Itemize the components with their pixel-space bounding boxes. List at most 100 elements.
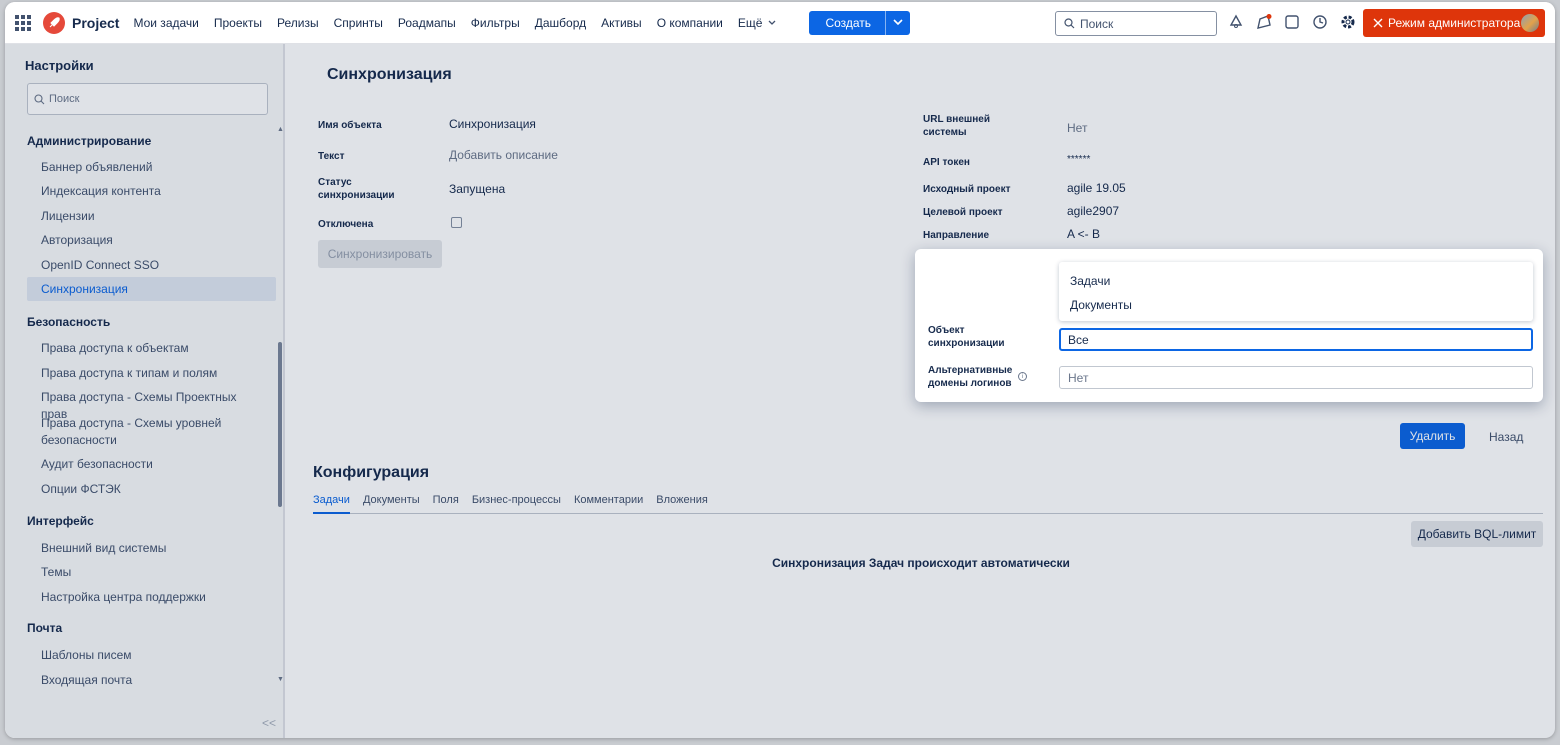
scroll-down-arrow-icon[interactable]: ▼ [277,676,284,683]
synchronize-button[interactable]: Синхронизировать [318,240,442,268]
sidebar-item-security-audit[interactable]: Аудит безопасности [41,456,261,473]
admin-mode-label: Режим администратора [1388,16,1521,30]
settings-gear-icon[interactable] [1339,13,1357,31]
sidebar-item-fstec-options[interactable]: Опции ФСТЭК [41,481,261,498]
scroll-up-arrow-icon[interactable]: ▲ [277,126,284,133]
sidebar-item-content-indexing[interactable]: Индексация контента [41,183,261,200]
delete-button[interactable]: Удалить [1400,423,1465,449]
chevron-down-icon [768,20,776,25]
sync-object-selected-value: Все [1068,332,1089,347]
product-logo-icon[interactable] [43,11,65,34]
global-search-placeholder: Поиск [1080,16,1114,31]
sidebar-item-type-field-permissions[interactable]: Права доступа к типам и полям [41,365,261,382]
disabled-checkbox[interactable] [451,217,462,228]
api-token-label: API токен [923,157,970,168]
source-project-label: Исходный проект [923,184,1011,195]
direction-label: Направление [923,230,990,241]
settings-sidebar: Настройки Поиск Администрирование Баннер… [5,44,285,738]
sidebar-group-administration: Администрирование [27,134,152,148]
auto-sync-message: Синхронизация Задач происходит автоматич… [772,556,1070,570]
sidebar-item-incoming-mail[interactable]: Входящая почта [41,672,261,689]
nav-dashboard[interactable]: Дашборд [535,16,586,30]
nav-more-label: Ещё [737,15,763,30]
sidebar-item-openid-sso[interactable]: OpenID Connect SSO [41,257,261,274]
nav-my-tasks[interactable]: Мои задачи [133,16,198,30]
app-switcher-icon[interactable] [15,14,31,31]
back-button[interactable]: Назад [1489,430,1523,444]
notifications-icon[interactable] [1255,13,1273,31]
sidebar-item-mail-templates[interactable]: Шаблоны писем [41,647,261,664]
sidebar-item-announcement-banner[interactable]: Баннер объявлений [41,159,261,176]
sidebar-item-themes[interactable]: Темы [41,564,261,581]
user-avatar[interactable] [1521,14,1539,32]
alt-login-domains-input[interactable]: Нет [1059,366,1533,389]
sidebar-collapse-icon[interactable]: << [262,716,276,730]
nav-sprints[interactable]: Спринты [334,16,383,30]
close-icon [1373,18,1383,28]
search-icon [34,93,45,104]
nav-roadmaps[interactable]: Роадмапы [398,16,456,30]
tab-business-processes[interactable]: Бизнес-процессы [472,494,561,514]
info-icon[interactable]: i [1018,372,1027,381]
dropdown-option-tasks[interactable]: Задачи [1070,274,1110,288]
api-token-value[interactable]: ****** [1067,154,1090,165]
sync-object-label: Объект синхронизации [928,325,1005,349]
history-icon[interactable] [1311,13,1329,31]
admin-mode-button[interactable]: Режим администратора [1363,9,1545,37]
sidebar-item-help-center-settings[interactable]: Настройка центра поддержки [41,589,261,606]
page-title: Синхронизация [327,66,452,83]
sidebar-item-object-permissions[interactable]: Права доступа к объектам [41,340,261,357]
tab-attachments[interactable]: Вложения [656,494,708,514]
nav-about[interactable]: О компании [657,16,723,30]
source-project-value[interactable]: agile 19.05 [1067,181,1126,195]
sidebar-item-appearance[interactable]: Внешний вид системы [41,540,261,557]
object-name-value[interactable]: Синхронизация [449,117,536,131]
top-navigation-bar: Project Мои задачи Проекты Релизы Спринт… [5,2,1555,44]
search-icon [1064,18,1075,29]
sidebar-item-authorization[interactable]: Авторизация [41,232,261,249]
nav-releases[interactable]: Релизы [277,16,319,30]
alt-login-domains-value: Нет [1068,370,1089,385]
sidebar-scrollbar[interactable] [278,342,282,507]
alt-login-domains-label: Альтернативные домены логинов [928,365,1013,389]
sidebar-item-security-level-schemes[interactable]: Права доступа - Схемы уровней безопаснос… [41,415,261,449]
tab-documents[interactable]: Документы [363,494,420,514]
sync-object-dropdown: Задачи Документы [1059,262,1533,321]
tab-comments[interactable]: Комментарии [574,494,643,514]
sidebar-search-placeholder: Поиск [49,93,80,105]
sidebar-group-interface: Интерфейс [27,514,94,528]
global-search-input[interactable]: Поиск [1055,11,1217,36]
object-name-label: Имя объекта [318,120,382,131]
sidebar-group-security: Безопасность [27,315,111,329]
create-button[interactable]: Создать [809,10,911,35]
nav-filters[interactable]: Фильтры [471,16,520,30]
sidebar-item-licenses[interactable]: Лицензии [41,208,261,225]
top-icon-group [1227,13,1357,31]
target-project-value[interactable]: agile2907 [1067,204,1119,218]
dropdown-option-documents[interactable]: Документы [1070,298,1132,312]
target-project-label: Целевой проект [923,207,1003,218]
text-label: Текст [318,151,345,162]
sidebar-title: Настройки [25,58,94,73]
nav-more-menu[interactable]: Ещё [738,16,777,30]
create-button-label: Создать [809,10,887,35]
tab-tasks[interactable]: Задачи [313,494,350,514]
sidebar-search-input[interactable]: Поиск [27,83,268,115]
sync-status-label: Статус синхронизации [318,177,395,201]
app-window: Project Мои задачи Проекты Релизы Спринт… [5,2,1555,738]
sidebar-item-synchronization[interactable]: Синхронизация [27,277,276,301]
direction-value[interactable]: A <- B [1067,227,1100,241]
recycle-icon[interactable] [1227,13,1245,31]
external-url-value[interactable]: Нет [1067,121,1087,135]
create-dropdown-chevron-icon[interactable] [886,19,910,26]
nav-assets[interactable]: Активы [601,16,642,30]
nav-projects[interactable]: Проекты [214,16,262,30]
sync-object-select[interactable]: Все [1059,328,1533,351]
external-url-label: URL внешней системы [923,114,990,138]
description-value[interactable]: Добавить описание [449,148,558,162]
add-bql-limit-button[interactable]: Добавить BQL-лимит [1411,521,1543,547]
sync-object-edit-panel: Задачи Документы Объект синхронизации Вс… [915,249,1543,402]
notes-icon[interactable] [1283,13,1301,31]
product-name[interactable]: Project [72,15,119,31]
tab-fields[interactable]: Поля [433,494,459,514]
